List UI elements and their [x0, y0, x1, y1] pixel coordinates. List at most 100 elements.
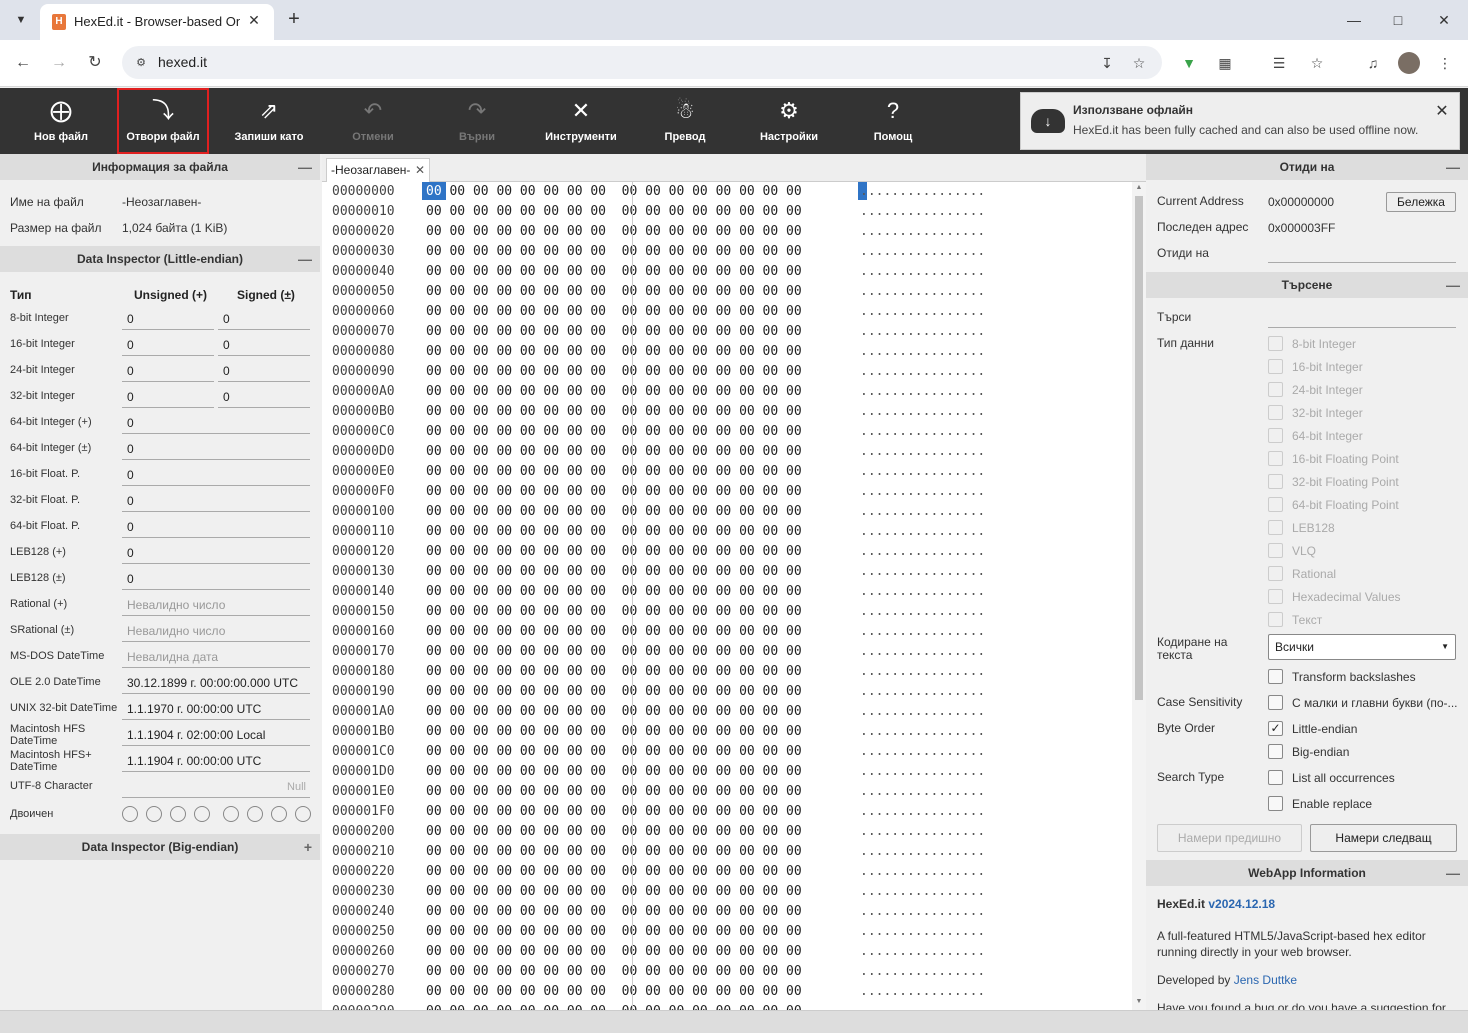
- help-button[interactable]: ? Помощ: [841, 88, 945, 154]
- inspector-value[interactable]: 30.12.1899 г. 00:00:00.000 UTC: [122, 672, 310, 694]
- hex-bytes[interactable]: 00 00 00 00 00 00 00 00 00 00 00 00 00 0…: [426, 804, 802, 819]
- translate-button[interactable]: ☃ Превод: [633, 88, 737, 154]
- inspector-value[interactable]: 0: [122, 464, 310, 486]
- hex-bytes[interactable]: 00 00 00 00 00 00 00 00 00 00 00 00 00 0…: [426, 624, 802, 639]
- window-close-icon[interactable]: ✕: [1432, 8, 1456, 32]
- encoding-select[interactable]: Всички ▼: [1268, 634, 1456, 660]
- unsigned-value[interactable]: 0: [122, 386, 214, 408]
- hex-ascii[interactable]: ................: [860, 264, 985, 279]
- hex-bytes[interactable]: 00 00 00 00 00 00 00 00 00 00 00 00 00 0…: [426, 964, 802, 979]
- file-info-header[interactable]: Информация за файла —: [0, 154, 320, 180]
- maximize-icon[interactable]: □: [1386, 8, 1410, 32]
- search-header[interactable]: Търсене —: [1146, 272, 1468, 298]
- hex-ascii[interactable]: ................: [860, 884, 985, 899]
- version-link[interactable]: v2024.12.18: [1208, 897, 1275, 911]
- hex-bytes[interactable]: 00 00 00 00 00 00 00 00 00 00 00 00 00 0…: [426, 824, 802, 839]
- data-type-checkbox[interactable]: [1268, 589, 1283, 604]
- data-type-checkbox[interactable]: [1268, 474, 1283, 489]
- inspector-value[interactable]: 1.1.1970 г. 00:00:00 UTC: [122, 698, 310, 720]
- hex-bytes[interactable]: 00 00 00 00 00 00 00 00 00 00 00 00 00 0…: [426, 464, 802, 479]
- hex-ascii[interactable]: ................: [860, 664, 985, 679]
- webapp-info-header[interactable]: WebApp Information —: [1146, 860, 1468, 886]
- hex-bytes[interactable]: 00 00 00 00 00 00 00 00 00 00 00 00 00 0…: [426, 444, 802, 459]
- file-tab[interactable]: -Неозаглавен- ✕: [326, 158, 430, 182]
- hex-bytes[interactable]: 00 00 00 00 00 00 00 00 00 00 00 00 00 0…: [426, 564, 802, 579]
- hex-bytes[interactable]: 00 00 00 00 00 00 00 00 00 00 00 00 00 0…: [426, 324, 802, 339]
- hex-ascii[interactable]: ................: [860, 744, 985, 759]
- unsigned-value[interactable]: 0: [122, 360, 214, 382]
- find-previous-button[interactable]: Намери предишно: [1157, 824, 1302, 852]
- hex-ascii[interactable]: ................: [860, 184, 985, 199]
- browser-menu-icon[interactable]: ⋮: [1434, 52, 1456, 74]
- tools-button[interactable]: ✕ Инструменти: [529, 88, 633, 154]
- minimize-icon[interactable]: —: [1342, 8, 1366, 32]
- hex-ascii[interactable]: ................: [860, 484, 985, 499]
- developer-link[interactable]: Jens Duttke: [1234, 973, 1297, 987]
- hex-bytes[interactable]: 00 00 00 00 00 00 00 00 00 00 00 00 00 0…: [426, 924, 802, 939]
- selected-byte[interactable]: 00: [426, 184, 442, 199]
- bit-toggle[interactable]: [271, 806, 287, 822]
- hex-bytes[interactable]: 00 00 00 00 00 00 00 00 00 00 00 00 00 0…: [426, 584, 802, 599]
- hex-ascii[interactable]: ................: [860, 204, 985, 219]
- data-type-checkbox[interactable]: [1268, 382, 1283, 397]
- data-type-checkbox[interactable]: [1268, 520, 1283, 535]
- signed-value[interactable]: 0: [218, 308, 310, 330]
- inspector-be-header[interactable]: Data Inspector (Big-endian) +: [0, 834, 320, 860]
- hex-ascii[interactable]: ................: [860, 384, 985, 399]
- scroll-down-icon[interactable]: ▼: [1132, 996, 1146, 1008]
- hex-ascii[interactable]: ................: [860, 764, 985, 779]
- signed-value[interactable]: 0: [218, 360, 310, 382]
- hex-bytes[interactable]: 00 00 00 00 00 00 00 00 00 00 00 00 00 0…: [426, 504, 802, 519]
- open-file-button[interactable]: ⤵ Отвори файл: [117, 88, 209, 154]
- new-file-button[interactable]: ⨁ Нов файл: [9, 88, 113, 154]
- hex-bytes[interactable]: 00 00 00 00 00 00 00 00 00 00 00 00 00 0…: [426, 644, 802, 659]
- hex-ascii[interactable]: ................: [860, 564, 985, 579]
- bookmark-star-icon[interactable]: ☆: [1128, 52, 1150, 74]
- unsigned-value[interactable]: 0: [122, 308, 214, 330]
- tab-search-dropdown-icon[interactable]: ▼: [8, 6, 34, 34]
- hex-bytes[interactable]: 00 00 00 00 00 00 00 00 00 00 00 00 00 0…: [426, 784, 802, 799]
- hex-bytes[interactable]: 00 00 00 00 00 00 00 00 00 00 00 00 00 0…: [426, 424, 802, 439]
- hex-bytes[interactable]: 00 00 00 00 00 00 00 00 00 00 00 00 00 0…: [426, 544, 802, 559]
- enable-replace-checkbox[interactable]: [1268, 796, 1283, 811]
- hex-ascii[interactable]: ................: [860, 964, 985, 979]
- hex-ascii[interactable]: ................: [860, 904, 985, 919]
- collapse-icon[interactable]: —: [1446, 154, 1460, 180]
- data-type-checkbox[interactable]: [1268, 336, 1283, 351]
- inspector-value[interactable]: 0: [122, 516, 310, 538]
- unsigned-value[interactable]: 0: [122, 334, 214, 356]
- hex-bytes[interactable]: 00 00 00 00 00 00 00 00 00 00 00 00 00 0…: [426, 764, 802, 779]
- goto-input[interactable]: [1268, 243, 1456, 263]
- bit-toggle[interactable]: [223, 806, 239, 822]
- hex-bytes[interactable]: 00 00 00 00 00 00 00 00 00 00 00 00 00 0…: [426, 484, 802, 499]
- hex-bytes[interactable]: 00 00 00 00 00 00 00 00 00 00 00 00 00 0…: [426, 224, 802, 239]
- install-app-icon[interactable]: ↧: [1096, 52, 1118, 74]
- hex-scrollbar[interactable]: ▲ ▼: [1132, 182, 1146, 1010]
- hex-bytes[interactable]: 00 00 00 00 00 00 00 00 00 00 00 00 00 0…: [426, 284, 802, 299]
- hex-ascii[interactable]: ................: [860, 924, 985, 939]
- inspector-value[interactable]: 0: [122, 490, 310, 512]
- collapse-icon[interactable]: —: [1446, 860, 1460, 886]
- hex-ascii[interactable]: ................: [860, 444, 985, 459]
- bit-toggle[interactable]: [170, 806, 186, 822]
- hex-bytes[interactable]: 00 00 00 00 00 00 00 00 00 00 00 00 00 0…: [426, 244, 802, 259]
- data-type-checkbox[interactable]: [1268, 543, 1283, 558]
- site-settings-icon[interactable]: ⚙: [132, 54, 150, 72]
- hex-ascii[interactable]: ................: [860, 684, 985, 699]
- utf8-value[interactable]: Null: [122, 776, 310, 798]
- hex-bytes[interactable]: 00 00 00 00 00 00 00 00 00 00 00 00 00 0…: [426, 844, 802, 859]
- collapse-icon[interactable]: —: [298, 246, 312, 272]
- signed-value[interactable]: 0: [218, 334, 310, 356]
- tab-close-icon[interactable]: ✕: [244, 10, 264, 30]
- data-type-checkbox[interactable]: [1268, 566, 1283, 581]
- hex-grid[interactable]: 00000000 00 00 00 00 00 00 00 00 00 00 0…: [322, 182, 1134, 1010]
- hex-ascii[interactable]: ................: [860, 244, 985, 259]
- search-input[interactable]: [1268, 308, 1456, 328]
- hex-bytes[interactable]: 00 00 00 00 00 00 00 00 00 00 00 00 00 0…: [426, 864, 802, 879]
- favorites-icon[interactable]: ☆: [1306, 52, 1328, 74]
- find-next-button[interactable]: Намери следващ: [1310, 824, 1457, 852]
- media-control-icon[interactable]: ♫: [1362, 52, 1384, 74]
- hex-ascii[interactable]: ................: [860, 524, 985, 539]
- hex-ascii[interactable]: ................: [860, 324, 985, 339]
- scroll-up-icon[interactable]: ▲: [1132, 182, 1146, 194]
